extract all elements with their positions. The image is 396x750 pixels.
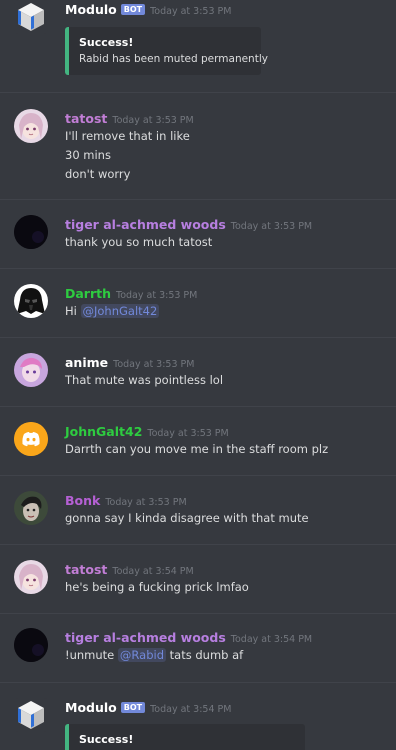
darth-vader-avatar[interactable] <box>14 284 48 318</box>
message-text: I'll remove that in like <box>65 129 190 143</box>
author-name[interactable]: Darrth <box>65 286 111 301</box>
message-text-prefix: Hi <box>65 304 81 318</box>
author-name[interactable]: anime <box>65 355 108 370</box>
author-name[interactable]: tatost <box>65 562 107 577</box>
message-group: JohnGalt42 Today at 3:53 PM Darrth can yo… <box>0 422 396 467</box>
timestamp: Today at 3:53 PM <box>112 115 194 126</box>
message-divider <box>0 475 396 476</box>
message-group: tiger al-achmed woods Today at 3:53 PM th… <box>0 215 396 260</box>
user-mention[interactable]: @Rabid <box>117 648 167 662</box>
anime-avatar[interactable] <box>14 353 48 387</box>
message-divider <box>0 92 396 93</box>
timestamp: Today at 3:54 PM <box>150 704 232 715</box>
anime-girl-avatar[interactable] <box>14 109 48 143</box>
message-divider <box>0 268 396 269</box>
message-group: Darrth Today at 3:53 PM Hi @JohnGalt42 <box>0 284 396 329</box>
dark-avatar[interactable] <box>14 628 48 662</box>
message-text: gonna say I kinda disagree with that mut… <box>65 511 309 525</box>
message-text: That mute was pointless lol <box>65 373 224 387</box>
message-divider <box>0 337 396 338</box>
author-name[interactable]: tiger al-achmed woods <box>65 630 226 645</box>
message-group: tiger al-achmed woods Today at 3:54 PM !u… <box>0 628 396 673</box>
message-text-prefix: !unmute <box>65 648 118 662</box>
message-divider <box>0 199 396 200</box>
embed-title: Success! <box>79 36 134 49</box>
discord-logo-icon[interactable] <box>14 422 48 456</box>
timestamp: Today at 3:54 PM <box>230 634 313 645</box>
timestamp: Today at 3:53 PM <box>105 497 187 508</box>
message-divider <box>0 544 396 545</box>
modulo-cube-icon[interactable] <box>14 0 48 34</box>
message-text: don't worry <box>65 167 131 181</box>
user-mention[interactable]: @JohnGalt42 <box>80 304 160 318</box>
timestamp: Today at 3:54 PM <box>112 566 194 577</box>
message-divider <box>0 406 396 407</box>
message-divider <box>0 682 396 683</box>
message-group: anime Today at 3:53 PM That mute was poin… <box>0 353 396 398</box>
timestamp: Today at 3:53 PM <box>147 428 229 439</box>
author-name[interactable]: Modulo <box>65 2 117 17</box>
message-text: Hi @JohnGalt42 <box>65 302 160 321</box>
bot-tag: BOT <box>120 702 146 713</box>
message-group: Modulo BOT Today at 3:54 PM Success! <box>0 698 396 750</box>
message-text: 30 mins <box>65 148 111 162</box>
timestamp: Today at 3:53 PM <box>230 221 313 232</box>
author-name[interactable]: Bonk <box>65 493 100 508</box>
embed-card: Success! Rabid has been muted permanentl… <box>65 27 268 75</box>
author-name[interactable]: Modulo <box>65 700 117 715</box>
message-divider <box>0 613 396 614</box>
message-text: he's being a fucking prick lmfao <box>65 580 249 594</box>
embed-description: Rabid has been muted permanently <box>79 53 268 65</box>
modulo-cube-icon[interactable] <box>14 698 48 732</box>
embed-card: Success! <box>65 724 305 750</box>
message-text: Darrth can you move me in the staff room… <box>65 442 329 456</box>
message-group: Bonk Today at 3:53 PM gonna say I kinda d… <box>0 491 396 536</box>
message-group: Modulo BOT Today at 3:53 PM Success! Rabid… <box>0 0 396 90</box>
anime-girl-avatar[interactable] <box>14 560 48 594</box>
author-name[interactable]: tatost <box>65 111 107 126</box>
chat-messages[interactable]: Modulo BOT Today at 3:53 PM Success! Rabid… <box>0 0 396 750</box>
timestamp: Today at 3:53 PM <box>113 359 195 370</box>
message-text-suffix: tats dumb af <box>166 648 244 662</box>
bonk-avatar[interactable] <box>14 491 48 525</box>
message-text: thank you so much tatost <box>65 235 213 249</box>
message-group: tatost Today at 3:53 PM I'll remove that … <box>0 109 396 189</box>
bot-tag: BOT <box>120 4 146 15</box>
message-text: !unmute @Rabid tats dumb af <box>65 646 243 665</box>
embed-title: Success! <box>79 733 134 746</box>
author-name[interactable]: tiger al-achmed woods <box>65 217 226 232</box>
message-group: tatost Today at 3:54 PM he's being a fuck… <box>0 560 396 605</box>
dark-avatar[interactable] <box>14 215 48 249</box>
timestamp: Today at 3:53 PM <box>150 6 232 17</box>
author-name[interactable]: JohnGalt42 <box>65 424 142 439</box>
timestamp: Today at 3:53 PM <box>116 290 198 301</box>
